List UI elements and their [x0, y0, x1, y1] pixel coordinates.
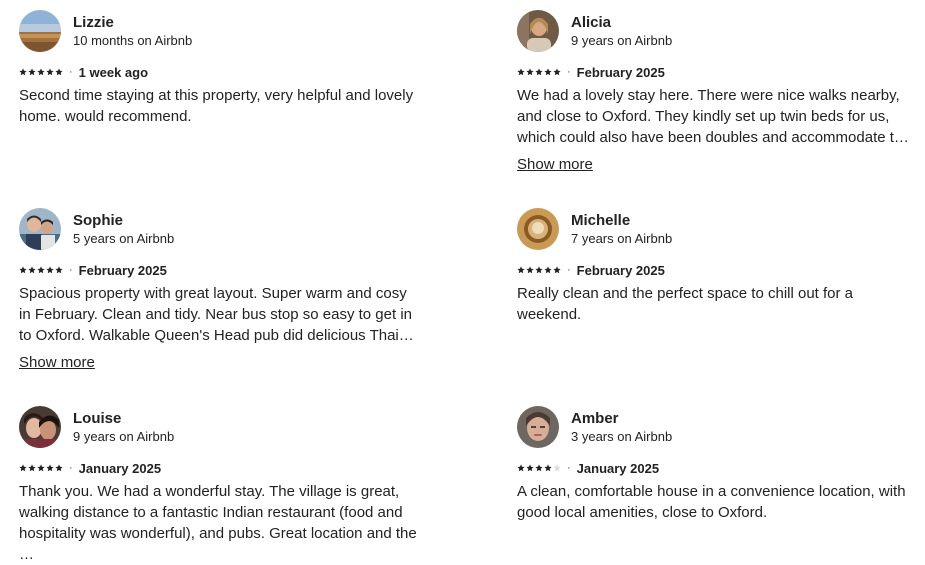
- review-meta: · January 2025: [517, 459, 917, 477]
- review-card: Sophie 5 years on Airbnb · February 2025…: [19, 208, 419, 373]
- star-filled-icon: [19, 464, 27, 472]
- star-rating: [19, 68, 63, 76]
- star-filled-icon: [55, 68, 63, 76]
- review-meta: · 1 week ago: [19, 63, 419, 81]
- review-card: Amber 3 years on Airbnb · January 2025 A…: [517, 406, 917, 523]
- star-empty-icon: [553, 464, 561, 472]
- review-text: Second time staying at this property, ve…: [19, 87, 414, 125]
- star-filled-icon: [517, 266, 525, 274]
- review-meta: · January 2025: [19, 459, 419, 477]
- separator-dot: ·: [567, 264, 571, 276]
- star-filled-icon: [526, 464, 534, 472]
- star-filled-icon: [55, 266, 63, 274]
- reviewer-name: Louise: [73, 410, 122, 427]
- review-card: Louise 9 years on Airbnb · January 2025 …: [19, 406, 419, 565]
- star-filled-icon: [553, 68, 561, 76]
- star-filled-icon: [55, 464, 63, 472]
- avatar[interactable]: [19, 406, 61, 448]
- star-filled-icon: [553, 266, 561, 274]
- review-date: February 2025: [576, 262, 665, 278]
- star-rating: [517, 266, 561, 274]
- reviewer-name: Michelle: [571, 212, 631, 229]
- avatar[interactable]: [19, 10, 61, 52]
- review-text: Spacious property with great layout. Sup…: [19, 285, 412, 344]
- review-card: Michelle 7 years on Airbnb · February 20…: [517, 208, 917, 325]
- review-date: 1 week ago: [78, 64, 149, 80]
- review-header: Lizzie 10 months on Airbnb: [19, 10, 419, 52]
- show-more-link[interactable]: Show more: [517, 155, 593, 175]
- reviewer-name: Alicia: [571, 14, 612, 31]
- review-text: A clean, comfortable house in a convenie…: [517, 483, 906, 521]
- review-header: Alicia 9 years on Airbnb: [517, 10, 917, 52]
- star-filled-icon: [46, 68, 54, 76]
- show-more-link[interactable]: Show more: [19, 353, 95, 373]
- star-rating: [517, 464, 561, 472]
- star-filled-icon: [544, 266, 552, 274]
- separator-dot: ·: [69, 66, 73, 78]
- review-date: January 2025: [576, 460, 660, 476]
- reviewer-tenure: 9 years on Airbnb: [571, 33, 673, 48]
- star-filled-icon: [46, 464, 54, 472]
- review-header: Louise 9 years on Airbnb: [19, 406, 419, 448]
- review-header: Sophie 5 years on Airbnb: [19, 208, 419, 250]
- review-text: Thank you. We had a wonderful stay. The …: [19, 483, 417, 563]
- review-meta: · February 2025: [517, 261, 917, 279]
- reviewer-tenure: 5 years on Airbnb: [73, 231, 175, 246]
- star-filled-icon: [517, 68, 525, 76]
- review-text: Really clean and the perfect space to ch…: [517, 285, 854, 323]
- reviewer-tenure: 3 years on Airbnb: [571, 429, 673, 444]
- reviewer-name: Sophie: [73, 212, 124, 229]
- review-card: Lizzie 10 months on Airbnb · 1 week ago …: [19, 10, 419, 127]
- avatar[interactable]: [517, 406, 559, 448]
- star-filled-icon: [37, 266, 45, 274]
- star-filled-icon: [535, 68, 543, 76]
- separator-dot: ·: [567, 462, 571, 474]
- star-filled-icon: [28, 464, 36, 472]
- reviewer-tenure: 7 years on Airbnb: [571, 231, 673, 246]
- review-date: January 2025: [78, 460, 162, 476]
- star-rating: [517, 68, 561, 76]
- star-filled-icon: [544, 464, 552, 472]
- star-filled-icon: [19, 266, 27, 274]
- star-filled-icon: [37, 464, 45, 472]
- star-filled-icon: [517, 464, 525, 472]
- review-text: We had a lovely stay here. There were ni…: [517, 87, 911, 146]
- star-filled-icon: [535, 464, 543, 472]
- review-meta: · February 2025: [517, 63, 917, 81]
- review-date: February 2025: [576, 64, 665, 80]
- star-filled-icon: [37, 68, 45, 76]
- avatar[interactable]: [517, 208, 559, 250]
- reviewer-tenure: 10 months on Airbnb: [73, 33, 193, 48]
- star-filled-icon: [19, 68, 27, 76]
- star-rating: [19, 266, 63, 274]
- review-header: Amber 3 years on Airbnb: [517, 406, 917, 448]
- separator-dot: ·: [567, 66, 571, 78]
- star-filled-icon: [526, 68, 534, 76]
- review-header: Michelle 7 years on Airbnb: [517, 208, 917, 250]
- avatar[interactable]: [517, 10, 559, 52]
- reviewer-name: Amber: [571, 410, 619, 427]
- star-filled-icon: [46, 266, 54, 274]
- separator-dot: ·: [69, 264, 73, 276]
- avatar[interactable]: [19, 208, 61, 250]
- star-filled-icon: [28, 266, 36, 274]
- star-rating: [19, 464, 63, 472]
- star-filled-icon: [526, 266, 534, 274]
- reviewer-name: Lizzie: [73, 14, 114, 31]
- reviewer-tenure: 9 years on Airbnb: [73, 429, 175, 444]
- star-filled-icon: [544, 68, 552, 76]
- review-date: February 2025: [78, 262, 167, 278]
- star-filled-icon: [535, 266, 543, 274]
- review-meta: · February 2025: [19, 261, 419, 279]
- separator-dot: ·: [69, 462, 73, 474]
- review-card: Alicia 9 years on Airbnb · February 2025…: [517, 10, 917, 175]
- star-filled-icon: [28, 68, 36, 76]
